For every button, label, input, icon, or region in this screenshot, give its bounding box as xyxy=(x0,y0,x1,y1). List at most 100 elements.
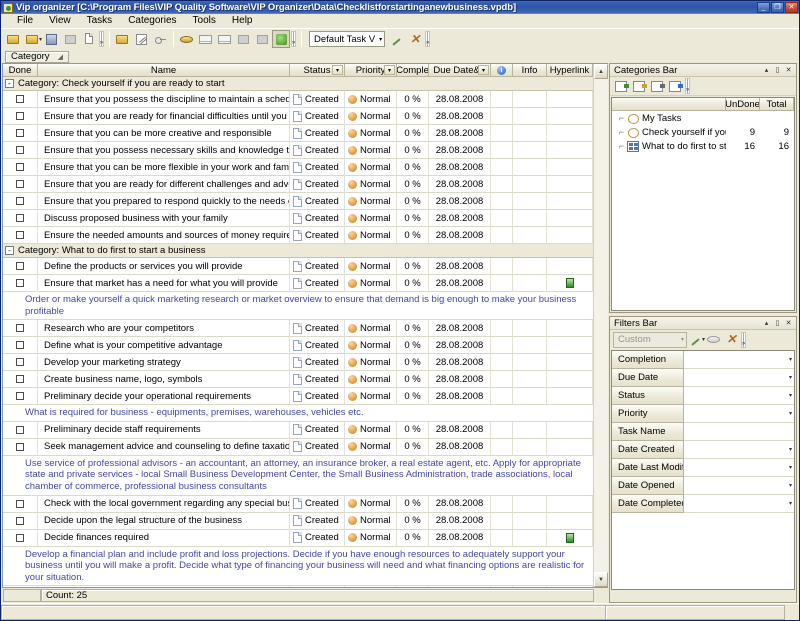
name-cell[interactable]: Preliminary decide staff requirements xyxy=(38,422,290,439)
chevron-down-icon[interactable]: ▾ xyxy=(789,410,792,417)
status-cell[interactable]: Created xyxy=(290,320,345,337)
done-cell[interactable] xyxy=(3,337,38,354)
complete-cell[interactable]: 0 % xyxy=(397,108,429,125)
priority-cell[interactable]: Normal xyxy=(345,159,397,176)
info-cell[interactable] xyxy=(513,530,547,547)
table-row[interactable]: Seek management advice and counseling to… xyxy=(3,439,593,456)
info-cell[interactable] xyxy=(513,210,547,227)
hyperlink-cell[interactable] xyxy=(547,91,593,108)
chevron-down-icon[interactable]: ▾ xyxy=(789,446,792,453)
table-row[interactable]: Decide finances required Created Normal … xyxy=(3,530,593,547)
minimize-button[interactable]: _ xyxy=(757,2,770,13)
collapse-icon[interactable]: - xyxy=(5,246,14,255)
info-cell[interactable] xyxy=(513,125,547,142)
group-by-chip-category[interactable]: Category ◢ xyxy=(5,51,69,63)
priority-cell[interactable]: Normal xyxy=(345,125,397,142)
chevron-down-icon[interactable]: ▾ xyxy=(789,500,792,507)
column-header-hyperlink[interactable]: Hyperlink xyxy=(547,64,593,77)
complete-cell[interactable]: 0 % xyxy=(397,320,429,337)
priority-cell[interactable]: Normal xyxy=(345,91,397,108)
info-cell[interactable] xyxy=(513,258,547,275)
complete-cell[interactable]: 0 % xyxy=(397,496,429,513)
filter-row[interactable]: Due Date ▾ xyxy=(612,369,794,387)
hyperlink-cell[interactable] xyxy=(547,388,593,405)
filter-value[interactable]: ▾ xyxy=(684,477,794,495)
done-cell[interactable] xyxy=(3,320,38,337)
filter-value[interactable]: ▾ xyxy=(684,351,794,369)
table-row[interactable]: Ensure the needed amounts and sources of… xyxy=(3,227,593,244)
done-checkbox[interactable] xyxy=(16,392,24,400)
chevron-down-icon[interactable]: ▾ xyxy=(789,356,792,363)
status-cell[interactable]: Created xyxy=(290,159,345,176)
status-cell[interactable]: Created xyxy=(290,176,345,193)
info-cell[interactable] xyxy=(513,513,547,530)
due-date-cell[interactable]: 28.08.2008 xyxy=(429,275,491,292)
complete-cell[interactable]: 0 % xyxy=(397,388,429,405)
info-cell[interactable] xyxy=(513,193,547,210)
filter-value[interactable]: ▾ xyxy=(684,405,794,423)
name-cell[interactable]: Ensure that you prepared to respond quic… xyxy=(38,193,290,210)
done-checkbox[interactable] xyxy=(16,358,24,366)
info-icon-cell[interactable] xyxy=(491,422,513,439)
done-checkbox[interactable] xyxy=(16,112,24,120)
column-header-complete[interactable]: Comple xyxy=(397,64,429,77)
status-cell[interactable]: Created xyxy=(290,354,345,371)
info-icon-cell[interactable] xyxy=(491,354,513,371)
done-checkbox[interactable] xyxy=(16,180,24,188)
scroll-down-button[interactable]: ▼ xyxy=(594,572,608,587)
priority-cell[interactable]: Normal xyxy=(345,354,397,371)
due-date-cell[interactable]: 28.08.2008 xyxy=(429,371,491,388)
priority-cell[interactable]: Normal xyxy=(345,108,397,125)
column-header-info[interactable]: Info xyxy=(513,64,547,77)
due-date-cell[interactable]: 28.08.2008 xyxy=(429,513,491,530)
complete-cell[interactable]: 0 % xyxy=(397,530,429,547)
status-cell[interactable]: Created xyxy=(290,513,345,530)
name-cell[interactable]: Discuss proposed business with your fami… xyxy=(38,210,290,227)
complete-cell[interactable]: 0 % xyxy=(397,439,429,456)
done-checkbox[interactable] xyxy=(16,443,24,451)
priority-filter-dropdown[interactable]: ▾ xyxy=(384,65,395,75)
done-cell[interactable] xyxy=(3,125,38,142)
list-item[interactable]: ⌐ Check yourself if you are ready to s 9… xyxy=(612,125,794,139)
name-cell[interactable]: Ensure that market has a need for what y… xyxy=(38,275,290,292)
info-cell[interactable] xyxy=(513,496,547,513)
save-button[interactable] xyxy=(42,30,60,48)
due-date-filter-dropdown[interactable]: ▾ xyxy=(478,65,489,75)
column-header-info-icon[interactable]: i xyxy=(491,64,513,77)
info-icon-cell[interactable] xyxy=(491,530,513,547)
scroll-up-button[interactable]: ▲ xyxy=(594,64,608,79)
filter-row[interactable]: Date Opened ▾ xyxy=(612,477,794,495)
remove-filter-button[interactable]: ✕ xyxy=(723,331,740,348)
due-date-cell[interactable]: 28.08.2008 xyxy=(429,496,491,513)
priority-cell[interactable]: Normal xyxy=(345,422,397,439)
status-cell[interactable]: Created xyxy=(290,193,345,210)
priority-cell[interactable]: Normal xyxy=(345,176,397,193)
hyperlink-cell[interactable] xyxy=(547,439,593,456)
clear-filter-button[interactable] xyxy=(705,331,722,348)
info-cell[interactable] xyxy=(513,275,547,292)
due-date-cell[interactable]: 28.08.2008 xyxy=(429,530,491,547)
category-name[interactable]: ⌐ Check yourself if you are ready to s xyxy=(612,126,726,138)
hyperlink-cell[interactable] xyxy=(547,176,593,193)
info-cell[interactable] xyxy=(513,142,547,159)
info-icon-cell[interactable] xyxy=(491,439,513,456)
new-task-button[interactable] xyxy=(4,30,22,48)
info-icon-cell[interactable] xyxy=(491,275,513,292)
table-row[interactable]: Ensure that you can be more flexible in … xyxy=(3,159,593,176)
status-cell[interactable]: Created xyxy=(290,275,345,292)
column-header-done[interactable]: Done xyxy=(3,64,38,77)
hyperlink-cell[interactable] xyxy=(547,354,593,371)
name-cell[interactable]: Research who are your competitors xyxy=(38,320,290,337)
categories-toolbar-overflow[interactable]: » xyxy=(685,78,690,94)
filter-row[interactable]: Date Created ▾ xyxy=(612,441,794,459)
info-cell[interactable] xyxy=(513,227,547,244)
column-header-priority[interactable]: Priority ▾ xyxy=(345,64,397,77)
delete-category-button[interactable] xyxy=(649,78,666,95)
status-filter-dropdown[interactable]: ▾ xyxy=(332,65,343,75)
info-icon-cell[interactable] xyxy=(491,337,513,354)
due-date-cell[interactable]: 28.08.2008 xyxy=(429,320,491,337)
table-row[interactable]: Ensure that you possess necessary skills… xyxy=(3,142,593,159)
done-cell[interactable] xyxy=(3,275,38,292)
status-cell[interactable]: Created xyxy=(290,91,345,108)
priority-cell[interactable]: Normal xyxy=(345,142,397,159)
